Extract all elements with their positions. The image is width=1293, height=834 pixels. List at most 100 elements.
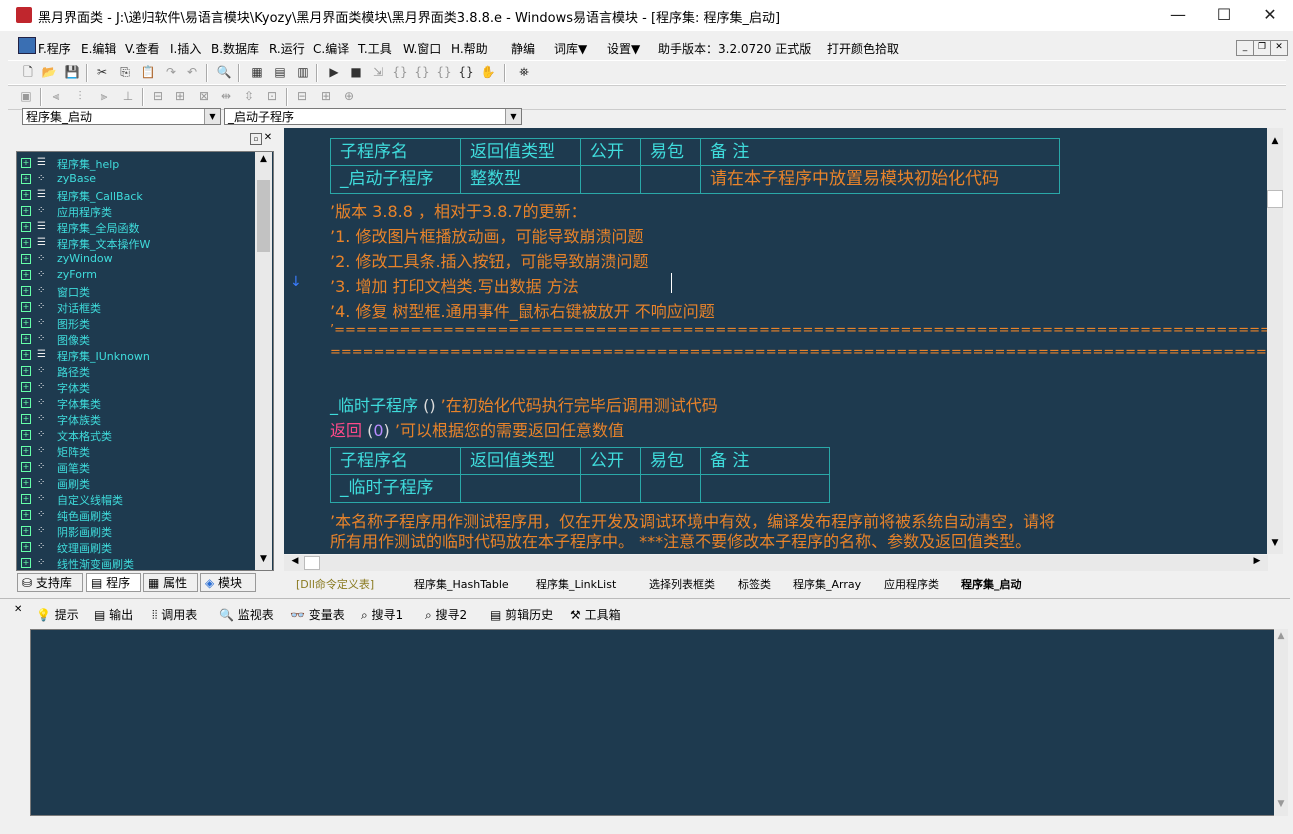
menu-edit[interactable]: E.编辑 <box>81 40 116 57</box>
expand-icon[interactable]: + <box>21 302 31 312</box>
menu-window[interactable]: W.窗口 <box>403 40 441 57</box>
same-size-icon[interactable]: ⊠ <box>196 89 212 104</box>
scroll-up-arrow-icon[interactable]: ▲ <box>257 154 270 164</box>
file-tab-application[interactable]: 应用程序类 <box>884 576 939 594</box>
menu-run[interactable]: R.运行 <box>269 40 305 57</box>
v-spacing-icon[interactable]: ⇳ <box>241 89 257 104</box>
scroll-left-arrow-icon[interactable]: ◀ <box>288 556 302 566</box>
table2-sub-name[interactable]: _临时子程序 <box>330 474 461 503</box>
tab-support-library[interactable]: ⛁ 支持库 <box>17 573 83 592</box>
menu-help[interactable]: H.帮助 <box>451 40 488 57</box>
expand-icon[interactable]: + <box>21 478 31 488</box>
expand-icon[interactable]: + <box>21 446 31 456</box>
table2-epackage[interactable] <box>640 474 701 503</box>
center-h-icon[interactable]: ⊟ <box>294 89 310 104</box>
scroll-down-arrow-icon[interactable]: ▼ <box>257 554 270 564</box>
undo-icon[interactable]: ↶ <box>184 65 200 80</box>
expand-icon[interactable]: + <box>21 430 31 440</box>
table1-epackage[interactable] <box>640 165 701 194</box>
comment-line[interactable]: ’4. 修复 树型框.通用事件_鼠标右键被放开 不响应问题 <box>330 298 715 322</box>
tab-output[interactable]: ▤ 输出 <box>94 606 133 624</box>
paste-icon[interactable]: 📋 <box>140 65 156 80</box>
align-bottom-icon[interactable]: ⊥ <box>120 89 136 104</box>
subprogram-select[interactable]: _启动子程序 ▼ <box>224 108 522 125</box>
expand-icon[interactable]: + <box>21 222 31 232</box>
layout-1-icon[interactable]: ▦ <box>249 65 265 80</box>
expand-icon[interactable]: + <box>21 382 31 392</box>
layout-2-icon[interactable]: ▤ <box>272 65 288 80</box>
scroll-up-arrow-icon[interactable]: ▲ <box>1274 631 1288 641</box>
menu-color-picker[interactable]: 打开颜色拾取 <box>827 40 899 57</box>
mdi-minimize-button[interactable]: _ <box>1236 40 1254 56</box>
app-icon[interactable] <box>16 7 32 23</box>
expand-icon[interactable]: + <box>21 414 31 424</box>
note-line[interactable]: 所有用作测试的临时代码放在本子程序中。 ***注意不要修改本子程序的名称、参数及… <box>330 528 1031 552</box>
expand-icon[interactable]: + <box>21 174 31 184</box>
panel-close-button[interactable]: ✕ <box>263 133 273 143</box>
chevron-down-icon[interactable]: ▼ <box>505 109 521 124</box>
separator-line[interactable]: ’=======================================… <box>330 323 1268 338</box>
expand-icon[interactable]: + <box>21 270 31 280</box>
binoculars-icon[interactable]: ⛯ <box>516 65 532 80</box>
find-icon[interactable]: 🔍 <box>216 65 232 80</box>
editor-scroll-thumb[interactable] <box>1267 190 1283 208</box>
run-to-cursor-icon[interactable]: {} <box>458 65 474 80</box>
assembly-select[interactable]: 程序集_启动 ▼ <box>22 108 221 125</box>
expand-icon[interactable]: + <box>21 398 31 408</box>
align-right-icon[interactable]: ⫸ <box>96 89 112 104</box>
scroll-up-arrow-icon[interactable]: ▲ <box>1267 136 1283 146</box>
menu-settings[interactable]: 设置▼ <box>607 40 640 57</box>
tab-call-table[interactable]: ⦙⦙ 调用表 <box>152 606 197 624</box>
expand-icon[interactable]: + <box>21 350 31 360</box>
table1-remark[interactable]: 请在本子程序中放置易模块初始化代码 <box>700 165 1060 194</box>
document-icon[interactable] <box>18 37 36 54</box>
file-tab-linklist[interactable]: 程序集_LinkList <box>536 576 616 594</box>
new-file-icon[interactable]: 🗋 <box>20 65 36 80</box>
h-spacing-icon[interactable]: ⇹ <box>218 89 234 104</box>
maximize-button[interactable]: ☐ <box>1201 0 1247 31</box>
expand-icon[interactable]: + <box>21 190 31 200</box>
table2-return-type[interactable] <box>460 474 581 503</box>
return-statement[interactable]: 返回 (0) ’可以根据您的需要返回任意数值 <box>330 417 624 441</box>
expand-icon[interactable]: + <box>21 238 31 248</box>
file-tab-dll-table[interactable]: [Dll命令定义表] <box>296 576 374 594</box>
tab-toolbox[interactable]: ⚒ 工具箱 <box>570 606 621 624</box>
same-height-icon[interactable]: ⊞ <box>172 89 188 104</box>
menu-insert[interactable]: I.插入 <box>170 40 201 57</box>
file-tab-startup[interactable]: 程序集_启动 <box>961 576 1022 594</box>
tab-search1[interactable]: ⌕ 搜寻1 <box>361 606 403 624</box>
step-into-icon[interactable]: {} <box>392 65 408 80</box>
run-icon[interactable]: ▶ <box>326 65 342 80</box>
layout-3-icon[interactable]: ▥ <box>295 65 311 80</box>
table1-public[interactable] <box>580 165 641 194</box>
tab-search2[interactable]: ⌕ 搜寻2 <box>425 606 467 624</box>
table2-public[interactable] <box>580 474 641 503</box>
tree-scroll-thumb[interactable] <box>257 180 270 252</box>
step-over-icon[interactable]: {} <box>414 65 430 80</box>
tab-properties[interactable]: ▦ 属性 <box>143 573 198 592</box>
editor-vertical-scrollbar[interactable]: ▲ ▼ <box>1267 128 1283 554</box>
file-tab-label[interactable]: 标签类 <box>738 576 771 594</box>
editor-horizontal-scrollbar[interactable]: ◀ ▶ <box>284 555 1268 571</box>
table1-return-type[interactable]: 整数型 <box>460 165 581 194</box>
save-icon[interactable]: 💾 <box>64 65 80 80</box>
menu-static-compile[interactable]: 静编 <box>511 40 535 57</box>
file-tab-array[interactable]: 程序集_Array <box>793 576 861 594</box>
comment-line[interactable]: ’2. 修改工具条.插入按钮，可能导致崩溃问题 <box>330 248 649 272</box>
call-statement[interactable]: _临时子程序 () ’在初始化代码执行完毕后调用测试代码 <box>330 392 718 416</box>
align-grid-icon[interactable]: ▣ <box>18 89 34 104</box>
file-tab-listbox[interactable]: 选择列表框类 <box>649 576 715 594</box>
expand-icon[interactable]: + <box>21 494 31 504</box>
table1-sub-name[interactable]: _启动子程序 <box>330 165 461 194</box>
menu-database[interactable]: B.数据库 <box>211 40 259 57</box>
code-editor[interactable]: 子程序名 返回值类型 公开 易包 备 注 _启动子程序 整数型 请在本子程序中放… <box>284 128 1268 554</box>
center-icon[interactable]: ⊡ <box>264 89 280 104</box>
mdi-restore-button[interactable]: ❐ <box>1253 40 1271 56</box>
scroll-right-arrow-icon[interactable]: ▶ <box>1250 556 1264 566</box>
copy-icon[interactable]: ⎘ <box>117 65 133 80</box>
menu-view[interactable]: V.查看 <box>125 40 159 57</box>
expand-icon[interactable]: + <box>21 334 31 344</box>
tab-program[interactable]: ▤ 程序 <box>86 573 141 592</box>
menu-thesaurus[interactable]: 词库▼ <box>554 40 587 57</box>
hand-icon[interactable]: ✋ <box>480 65 496 80</box>
